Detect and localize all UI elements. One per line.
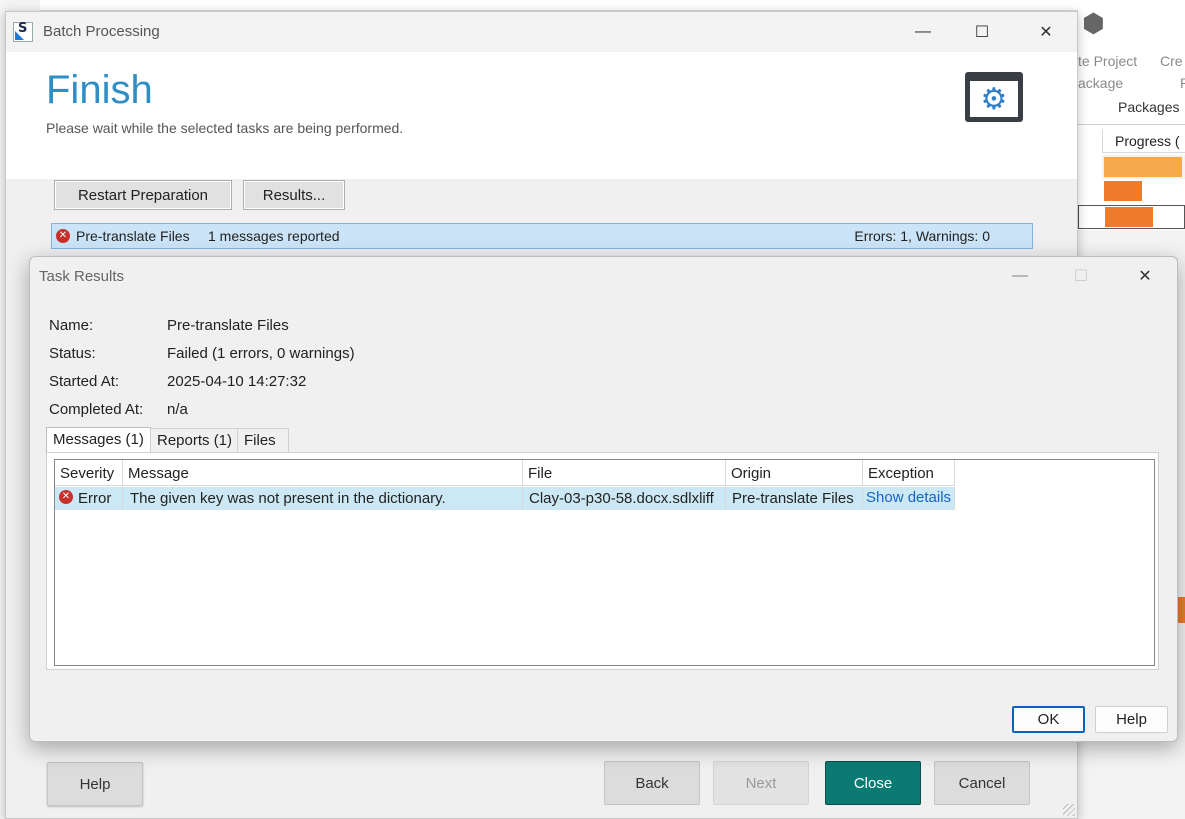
table-row[interactable]: ✕ Error The given key was not present in… (55, 487, 955, 510)
dialog-minimize-button[interactable]: — (997, 261, 1043, 291)
task-message: 1 messages reported (208, 228, 340, 244)
progress-bar (1104, 181, 1142, 201)
progress-column-header[interactable]: Progress ( (1102, 129, 1185, 153)
error-icon: ✕ (59, 490, 73, 504)
message-cell: The given key was not present in the dic… (123, 487, 523, 510)
batch-window-title: Batch Processing (43, 23, 160, 40)
messages-grid-header: Severity Message File Origin Exception (55, 460, 955, 486)
exception-cell: Show details (863, 487, 955, 510)
ok-button[interactable]: OK (1012, 706, 1085, 733)
severity-cell: ✕ Error (55, 487, 123, 510)
started-at-value: 2025-04-10 14:27:32 (167, 373, 307, 390)
page-title: Finish (46, 68, 153, 112)
batch-settings-icon: ⚙ (965, 72, 1023, 122)
batch-title-bar[interactable]: S Batch Processing — ☐ ✕ (6, 12, 1077, 52)
ribbon-create-project-label[interactable]: te Project (1078, 53, 1137, 69)
back-button[interactable]: Back (604, 761, 700, 805)
dialog-help-button[interactable]: Help (1095, 706, 1168, 733)
column-header-exception[interactable]: Exception (863, 460, 955, 486)
maximize-icon: ☐ (974, 24, 990, 41)
package-box-icon: ⬢ (1082, 8, 1105, 38)
column-header-message[interactable]: Message (123, 460, 523, 486)
ribbon-p-label[interactable]: P (1180, 75, 1185, 91)
status-label: Status: (49, 345, 96, 362)
dialog-close-button[interactable]: ✕ (1122, 261, 1168, 291)
close-window-button[interactable]: ✕ (1023, 18, 1069, 46)
name-label: Name: (49, 317, 94, 334)
ribbon-package-label[interactable]: ackage (1078, 75, 1123, 91)
task-error-counts: Errors: 1, Warnings: 0 (854, 228, 990, 244)
completed-at-label: Completed At: (49, 401, 144, 418)
origin-cell: Pre-translate Files (726, 487, 863, 510)
tab-messages[interactable]: Messages (1) (46, 427, 151, 452)
dialog-maximize-button: ☐ (1058, 261, 1104, 291)
cancel-button[interactable]: Cancel (934, 761, 1030, 805)
background-ribbon: ⬢ te Project Cre ackage P Packages (1078, 0, 1185, 125)
ribbon-group-packages: Packages (1118, 99, 1180, 115)
trados-app-icon: S (13, 21, 33, 42)
completed-at-value: n/a (167, 401, 188, 418)
file-cell: Clay-03-p30-58.docx.sdlxliff (523, 487, 726, 510)
resize-grip[interactable] (1063, 804, 1075, 816)
task-results-title: Task Results (39, 268, 125, 285)
severity-value: Error (78, 490, 112, 507)
minimize-icon: — (915, 23, 931, 40)
minimize-button[interactable]: — (900, 18, 946, 46)
progress-bar (1104, 157, 1182, 177)
close-icon: ✕ (1039, 24, 1053, 41)
batch-header-panel: Finish Please wait while the selected ta… (6, 52, 1077, 179)
close-button[interactable]: Close (825, 761, 921, 805)
column-header-severity[interactable]: Severity (55, 460, 123, 486)
minimize-icon: — (1012, 267, 1028, 284)
task-results-dialog: Task Results — ☐ ✕ Name: Pre-translate F… (29, 256, 1178, 742)
next-button[interactable]: Next (713, 761, 809, 805)
maximize-icon: ☐ (1073, 268, 1089, 285)
close-icon: ✕ (1138, 268, 1152, 285)
restart-preparation-button[interactable]: Restart Preparation (54, 180, 232, 210)
name-value: Pre-translate Files (167, 317, 289, 334)
status-value: Failed (1 errors, 0 warnings) (167, 345, 355, 362)
help-button[interactable]: Help (47, 762, 143, 806)
background-project-grid: Progress ( (1078, 125, 1185, 230)
tab-reports[interactable]: Reports (1) (150, 428, 240, 452)
maximize-button[interactable]: ☐ (959, 18, 1005, 46)
task-list-item[interactable]: ✕ Pre-translate Files 1 messages reporte… (51, 223, 1033, 249)
progress-bar (1105, 207, 1153, 227)
messages-grid: Severity Message File Origin Exception ✕… (54, 459, 1155, 666)
gear-icon: ⚙ (980, 81, 1008, 117)
results-button[interactable]: Results... (243, 180, 345, 210)
started-at-label: Started At: (49, 373, 120, 390)
column-header-file[interactable]: File (523, 460, 726, 486)
task-name: Pre-translate Files (76, 228, 190, 244)
background-toolbar-strip (40, 0, 1078, 11)
show-details-link[interactable]: Show details (866, 489, 951, 506)
column-header-origin[interactable]: Origin (726, 460, 863, 486)
error-icon: ✕ (56, 229, 70, 243)
ribbon-create-label[interactable]: Cre (1160, 53, 1183, 69)
tab-files[interactable]: Files (237, 428, 289, 452)
page-subtitle: Please wait while the selected tasks are… (46, 120, 404, 136)
messages-panel: Severity Message File Origin Exception ✕… (46, 452, 1159, 670)
